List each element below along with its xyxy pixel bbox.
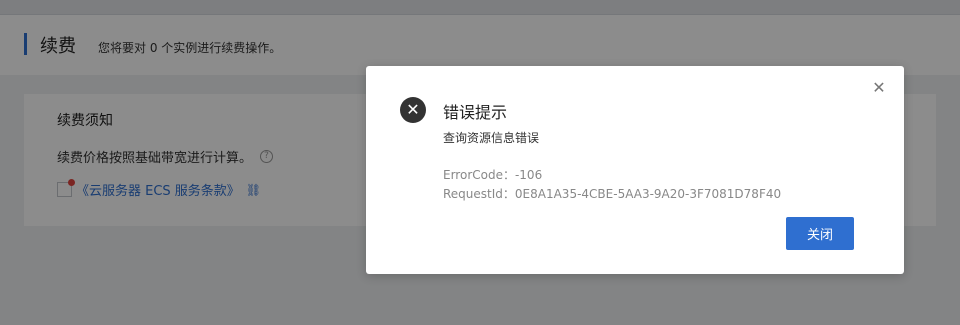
error-code-text: ErrorCode：-106 — [443, 168, 543, 182]
request-id-text: RequestId：0E8A1A35-4CBE-5AA3-9A20-3F7081… — [443, 187, 782, 201]
close-button[interactable]: 关闭 — [786, 217, 854, 250]
error-dialog: ✕ ✕ 错误提示 查询资源信息错误 ErrorCode：-106 Request… — [366, 66, 904, 274]
dialog-title: 错误提示 — [443, 103, 508, 122]
page: 续费 您将要对 0 个实例进行续费操作。 续费须知 续费价格按照基础带宽进行计算… — [0, 0, 960, 325]
error-x-circle-icon: ✕ — [400, 97, 426, 123]
close-icon[interactable]: ✕ — [871, 80, 887, 96]
dialog-message: 查询资源信息错误 — [443, 131, 540, 145]
